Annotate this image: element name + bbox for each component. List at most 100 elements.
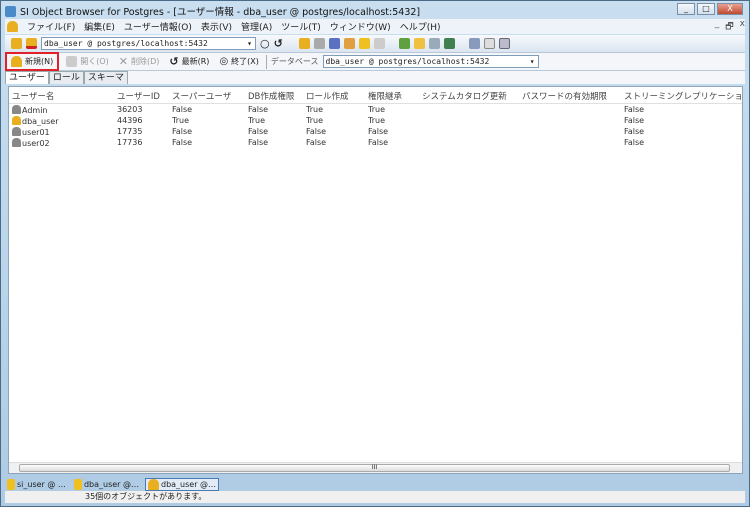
table-cell: False <box>368 138 388 147</box>
window-icon[interactable] <box>499 38 510 49</box>
cell-text: Admin <box>22 106 48 115</box>
cylinder-icon[interactable] <box>359 38 370 49</box>
cell-text: 17736 <box>117 138 142 147</box>
db-icon <box>7 479 15 490</box>
menu-admin[interactable]: 管理(A) <box>241 20 272 33</box>
cell-text: 44396 <box>117 116 142 125</box>
mdi-restore-button[interactable]: 🗗 <box>725 19 733 35</box>
col-superuser[interactable]: スーパーユーザ <box>172 90 231 102</box>
cell-text: True <box>248 116 265 125</box>
cell-text: False <box>368 127 388 136</box>
table-row[interactable]: dba_user44396TrueTrueTrueTrueFalse <box>9 116 742 127</box>
connect-icon[interactable] <box>11 38 22 49</box>
menu-user-info[interactable]: ユーザー情報(O) <box>124 20 192 33</box>
table-cell: False <box>368 127 388 136</box>
note-icon[interactable] <box>414 38 425 49</box>
table-cell: False <box>172 127 192 136</box>
cell-text: dba_user <box>22 117 59 126</box>
col-replication[interactable]: ストリーミングレプリケーショ <box>624 90 746 102</box>
table-cell: user02 <box>12 138 50 148</box>
col-valid-until[interactable]: パスワードの有効期限 <box>522 90 607 102</box>
database-label: データベース <box>271 56 319 67</box>
cell-text: False <box>624 116 644 125</box>
mdi-close-button[interactable]: x <box>740 19 745 35</box>
horizontal-scrollbar[interactable]: III <box>9 462 742 473</box>
col-createrole[interactable]: ロール作成 <box>306 90 349 102</box>
menu-view[interactable]: 表示(V) <box>201 20 232 33</box>
close-button[interactable]: X <box>717 3 743 15</box>
table-cell: False <box>172 105 192 114</box>
col-user-id[interactable]: ユーザーID <box>117 90 160 102</box>
table-cell: False <box>306 138 326 147</box>
menu-help[interactable]: ヘルプ(H) <box>400 20 441 33</box>
disconnect-icon[interactable] <box>26 38 37 49</box>
connection-select[interactable]: dba_user @ postgres/localhost:5432 <box>41 37 256 50</box>
refresh-button[interactable]: ↺最新(R) <box>166 55 212 68</box>
col-inherit[interactable]: 権限継承 <box>368 90 402 102</box>
cell-text: False <box>248 138 268 147</box>
table-cell: True <box>368 105 385 114</box>
cell-text: True <box>172 116 189 125</box>
user-icon <box>7 21 18 32</box>
minimize-button[interactable]: _ <box>677 3 695 15</box>
db-icon <box>74 479 82 490</box>
table-row[interactable]: Admin36203FalseFalseTrueTrueFalse <box>9 105 742 116</box>
table-cell: False <box>172 138 192 147</box>
user-icon <box>12 116 21 125</box>
table-cell: False <box>248 127 268 136</box>
table-cell: False <box>624 116 644 125</box>
exit-icon: ◎ <box>219 56 228 67</box>
cell-text: False <box>624 105 644 114</box>
refresh-icon[interactable]: ↺ <box>274 37 283 50</box>
menu-file[interactable]: ファイル(F) <box>27 20 75 33</box>
table-header: ユーザー名 ユーザーID スーパーユーザ DB作成権限 ロール作成 権限継承 シ… <box>9 90 742 104</box>
delete-button[interactable]: ✕削除(D) <box>116 55 163 68</box>
cell-text: True <box>368 105 385 114</box>
circle-icon[interactable]: ○ <box>260 37 270 50</box>
cell-text: False <box>172 138 192 147</box>
mdi-minimize-button[interactable]: _ <box>715 19 720 35</box>
sql-icon[interactable] <box>469 38 480 49</box>
app-icon <box>5 6 16 17</box>
database-select[interactable]: dba_user @ postgres/localhost:5432 <box>323 55 539 68</box>
window-task-bar: si_user @ … dba_user @… dba_user @… <box>5 477 219 491</box>
window-title: SI Object Browser for Postgres - [ユーザー情報… <box>20 4 420 18</box>
task-si-user[interactable]: si_user @ … <box>5 478 68 491</box>
menu-window[interactable]: ウィンドウ(W) <box>330 20 391 33</box>
col-catupdate[interactable]: システムカタログ更新 <box>422 90 507 102</box>
database-icon[interactable] <box>314 38 325 49</box>
cell-text: True <box>368 116 385 125</box>
tab-schemas[interactable]: スキーマ <box>84 71 128 84</box>
document-icon[interactable] <box>484 38 495 49</box>
maximize-button[interactable]: □ <box>697 3 715 15</box>
task-dba-user-db[interactable]: dba_user @… <box>72 478 141 491</box>
task-dba-user-info[interactable]: dba_user @… <box>145 478 219 491</box>
col-user-name[interactable]: ユーザー名 <box>12 90 54 102</box>
exit-button[interactable]: ◎終了(X) <box>216 56 261 67</box>
table-row[interactable]: user0117735FalseFalseFalseFalseFalse <box>9 127 742 138</box>
computer-icon[interactable] <box>329 38 340 49</box>
main-toolbar: dba_user @ postgres/localhost:5432 ○ ↺ <box>5 35 745 53</box>
open-button[interactable]: 開く(O) <box>63 56 112 67</box>
menu-edit[interactable]: 編集(E) <box>84 20 115 33</box>
menu-tools[interactable]: ツール(T) <box>281 20 321 33</box>
new-button[interactable]: 新規(N) <box>5 52 59 71</box>
cell-text: 36203 <box>117 105 142 114</box>
user-object-icon[interactable] <box>299 38 310 49</box>
user-list: ユーザー名 ユーザーID スーパーユーザ DB作成権限 ロール作成 権限継承 シ… <box>8 86 743 474</box>
query-icon[interactable] <box>429 38 440 49</box>
table-row[interactable]: user0217736FalseFalseFalseFalseFalse <box>9 138 742 149</box>
open-icon <box>66 56 77 67</box>
tab-roles[interactable]: ロール <box>49 71 84 84</box>
scroll-thumb[interactable]: III <box>19 464 730 472</box>
refresh-icon: ↺ <box>169 55 178 68</box>
transfer-icon[interactable] <box>399 38 410 49</box>
cell-text: False <box>624 127 644 136</box>
lock-icon[interactable] <box>344 38 355 49</box>
export-icon[interactable] <box>444 38 455 49</box>
tab-users[interactable]: ユーザー <box>5 71 49 84</box>
copy-icon[interactable] <box>374 38 385 49</box>
x-icon: ✕ <box>119 55 128 68</box>
cell-text: False <box>248 105 268 114</box>
col-createdb[interactable]: DB作成権限 <box>248 90 294 102</box>
